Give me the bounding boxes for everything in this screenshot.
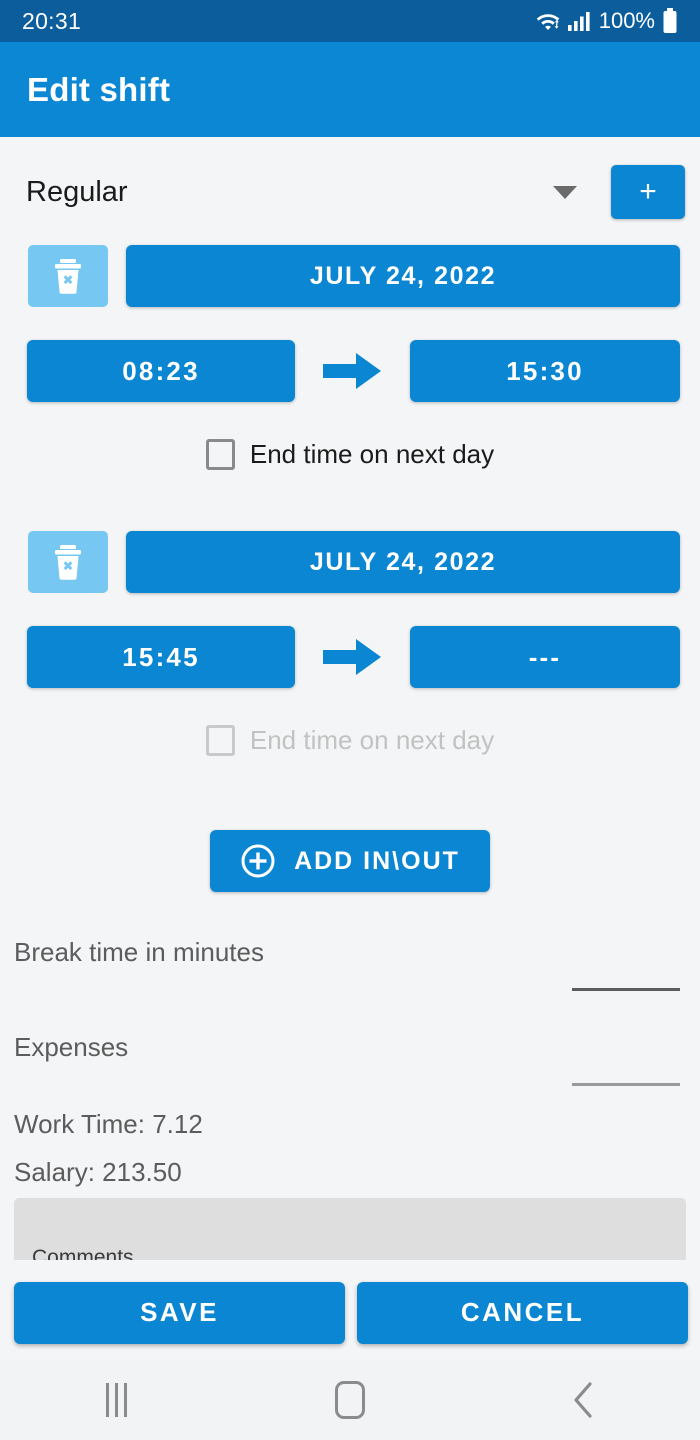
add-shift-type-button[interactable]: + — [611, 165, 685, 219]
entry-date-button[interactable]: JULY 24, 2022 — [126, 245, 680, 307]
nav-recents-button[interactable] — [0, 1360, 233, 1440]
entry-time-row: 15:45 --- — [0, 626, 700, 688]
expenses-field-row: Expenses — [0, 1032, 700, 1086]
android-nav-bar — [0, 1360, 700, 1440]
next-day-label: End time on next day — [249, 724, 495, 755]
entry-next-day-row: End time on next day — [0, 720, 700, 760]
break-time-input[interactable] — [572, 945, 680, 991]
expenses-label: Expenses — [14, 1032, 129, 1062]
entry-time-row: 08:23 15:30 — [0, 340, 700, 402]
shift-type-row: Regular + — [0, 152, 700, 232]
recents-icon — [106, 1383, 128, 1417]
cellular-signal-icon — [567, 12, 590, 31]
add-inout-row: ADD IN\OUT — [0, 830, 700, 892]
battery-icon — [663, 8, 677, 33]
entry-start-time-button[interactable]: 15:45 — [27, 626, 295, 688]
app-bar: Edit shift — [0, 42, 700, 137]
home-icon — [334, 1381, 365, 1419]
nav-back-button[interactable] — [467, 1360, 700, 1440]
next-day-label: End time on next day — [249, 438, 495, 469]
entry-date-row: JULY 24, 2022 — [0, 531, 700, 593]
shift-entry-1: JULY 24, 2022 08:23 15:30 End time on ne… — [0, 245, 700, 474]
plus-circle-icon — [241, 844, 275, 878]
entry-next-day-row[interactable]: End time on next day — [0, 434, 700, 474]
expenses-input[interactable] — [572, 1040, 680, 1086]
app-screen: 20:31 100% Edit shift Regular + JULY 24,… — [0, 0, 700, 1440]
break-time-field-row: Break time in minutes — [0, 937, 700, 991]
nav-home-button[interactable] — [233, 1360, 466, 1440]
arrow-right-icon — [322, 639, 381, 675]
arrow-right-icon — [322, 353, 381, 389]
comments-hint-label: Comments — [32, 1246, 134, 1260]
wifi-icon — [536, 14, 560, 30]
entry-end-time-button[interactable]: 15:30 — [410, 340, 680, 402]
work-time-summary: Work Time: 7.12 — [14, 1109, 203, 1139]
status-bar: 20:31 100% — [0, 0, 700, 42]
cancel-button[interactable]: CANCEL — [357, 1281, 688, 1344]
entry-date-button[interactable]: JULY 24, 2022 — [126, 531, 680, 593]
entry-end-time-button[interactable]: --- — [410, 626, 680, 688]
add-inout-label: ADD IN\OUT — [294, 846, 460, 875]
next-day-checkbox[interactable] — [205, 438, 235, 470]
shift-form: Regular + JULY 24, 2022 08:23 15:30 End … — [0, 137, 700, 1305]
entry-date-row: JULY 24, 2022 — [0, 245, 700, 307]
delete-entry-button[interactable] — [28, 245, 108, 307]
status-bar-icons: 100% — [534, 8, 678, 34]
shift-type-dropdown[interactable]: Regular — [26, 176, 128, 209]
arrow-container — [295, 637, 410, 677]
delete-entry-button[interactable] — [28, 531, 108, 593]
break-time-label: Break time in minutes — [14, 937, 264, 967]
trash-delete-icon — [55, 259, 81, 294]
arrow-container — [295, 351, 410, 391]
salary-summary: Salary: 213.50 — [14, 1157, 182, 1187]
shift-entry-2: JULY 24, 2022 15:45 --- End time on next… — [0, 531, 700, 760]
battery-percentage: 100% — [598, 8, 655, 33]
comments-input[interactable]: Comments — [14, 1198, 686, 1260]
add-inout-button[interactable]: ADD IN\OUT — [210, 830, 490, 892]
chevron-down-icon[interactable] — [553, 185, 577, 199]
entry-start-time-button[interactable]: 08:23 — [27, 340, 295, 402]
plus-icon: + — [639, 175, 657, 208]
save-button[interactable]: SAVE — [14, 1281, 345, 1344]
page-title: Edit shift — [27, 70, 171, 108]
back-icon — [574, 1382, 592, 1418]
status-bar-clock: 20:31 — [22, 7, 82, 34]
trash-delete-icon — [55, 545, 81, 580]
action-bar: SAVE CANCEL — [0, 1270, 700, 1355]
next-day-checkbox — [205, 724, 235, 756]
